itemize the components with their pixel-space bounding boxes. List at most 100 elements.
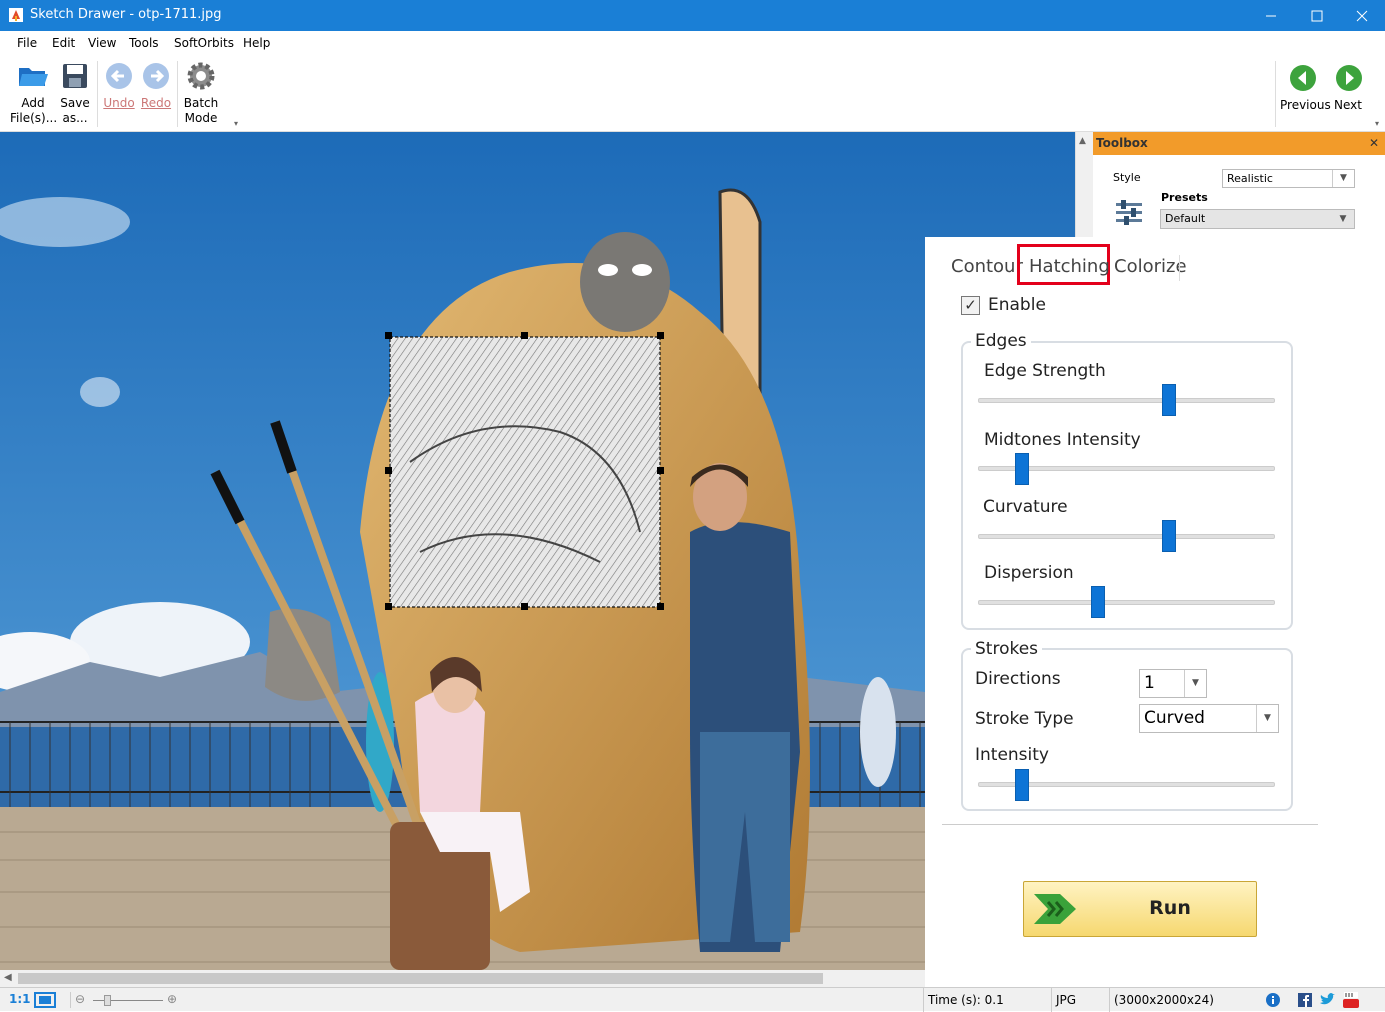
presets-select[interactable]: Default ▼ (1160, 209, 1355, 229)
scroll-left-arrow-icon[interactable]: ◀ (4, 972, 12, 983)
save-as-label-1: Save (60, 96, 90, 110)
enable-label: Enable (988, 295, 1046, 315)
menu-bar: File Edit View Tools SoftOrbits Help (0, 31, 1385, 55)
next-button[interactable]: Next (1332, 59, 1364, 113)
dispersion-slider[interactable] (978, 600, 1275, 605)
curvature-slider-thumb[interactable] (1162, 520, 1176, 552)
status-bar: 1:1 ⊖ ⊕ Time (s): 0.1 JPG (3000x2000x24) (0, 987, 1385, 1012)
menu-view[interactable]: View (88, 36, 116, 50)
batch-mode-label-1: Batch (183, 96, 219, 110)
horizontal-scrollbar[interactable]: ◀ (0, 970, 925, 987)
directions-select[interactable]: 1 ▼ (1139, 669, 1207, 698)
toolbar-overflow-icon[interactable]: ▾ (234, 119, 238, 128)
close-icon (1356, 10, 1368, 21)
minimize-icon (1266, 15, 1276, 16)
style-select-value: Realistic (1227, 172, 1273, 185)
app-icon (9, 8, 23, 22)
previous-arrow-icon (1290, 65, 1316, 91)
toolbar-separator (1275, 61, 1276, 127)
undo-label: Undo (103, 96, 135, 110)
scroll-thumb[interactable] (18, 973, 823, 984)
menu-file[interactable]: File (17, 36, 37, 50)
time-readout: Time (s): 0.1 (923, 988, 1051, 1012)
curvature-slider[interactable] (978, 534, 1275, 539)
folder-open-icon (19, 68, 48, 86)
style-label: Style (1113, 171, 1141, 184)
sliders-icon (1116, 200, 1142, 225)
directions-select-value: 1 (1144, 673, 1155, 693)
chevron-down-icon: ▼ (1339, 214, 1347, 224)
toolbar: Add File(s)... Save as... Undo Redo Batc… (0, 55, 1385, 132)
chevron-down-icon: ▼ (1256, 705, 1278, 732)
redo-arrow-icon (143, 63, 169, 89)
redo-label: Redo (140, 96, 172, 110)
settings-panel: Contour Hatching Colorize ✓ Enable Edges… (925, 237, 1385, 987)
image-canvas[interactable] (0, 132, 1075, 970)
enable-checkbox[interactable]: ✓ (961, 296, 980, 315)
redo-button[interactable]: Redo (139, 59, 173, 111)
stroke-type-select[interactable]: Curved ▼ (1139, 704, 1279, 733)
edge-strength-slider[interactable] (978, 398, 1275, 403)
toolbox-close-icon[interactable]: ✕ (1369, 132, 1379, 155)
presets-select-value: Default (1165, 212, 1206, 225)
toolbar-overflow-icon[interactable]: ▾ (1375, 119, 1379, 128)
toolbox-panel: Toolbox ✕ Style Realistic ▼ Presets Defa… (1093, 132, 1385, 240)
dimensions-readout: (3000x2000x24) (1109, 988, 1259, 1012)
title-bar: Sketch Drawer - otp-1711.jpg (0, 0, 1385, 31)
undo-button[interactable]: Undo (102, 59, 136, 111)
dispersion-label: Dispersion (984, 563, 1074, 583)
twitter-icon[interactable] (1320, 993, 1335, 1006)
directions-label: Directions (975, 669, 1061, 689)
save-as-label-2: as... (62, 111, 88, 125)
zoom-slider[interactable]: ⊖ ⊕ (70, 992, 182, 1008)
photo-image (0, 132, 1075, 970)
menu-help[interactable]: Help (243, 36, 270, 50)
edges-group-title: Edges (971, 331, 1031, 351)
close-button[interactable] (1339, 0, 1385, 31)
save-icon (63, 64, 87, 88)
run-label: Run (1149, 897, 1191, 919)
toolbox-title: Toolbox (1096, 136, 1148, 150)
midtones-intensity-slider-thumb[interactable] (1015, 453, 1029, 485)
next-arrow-icon (1336, 65, 1362, 91)
tab-colorize[interactable]: Colorize (1114, 256, 1187, 277)
window-title: Sketch Drawer - otp-1711.jpg (30, 7, 222, 22)
add-files-label-1: Add (21, 96, 45, 110)
toolbar-separator (177, 61, 178, 127)
scroll-up-arrow-icon[interactable]: ▲ (1079, 136, 1086, 146)
youtube-icon[interactable] (1342, 991, 1360, 1009)
menu-tools[interactable]: Tools (129, 36, 159, 50)
tab-divider (1179, 255, 1180, 281)
intensity-slider-thumb[interactable] (1015, 769, 1029, 801)
minimize-button[interactable] (1248, 0, 1294, 31)
tab-hatching[interactable]: Hatching (1029, 256, 1110, 277)
batch-mode-label-2: Mode (184, 111, 218, 125)
save-as-button[interactable]: Save as... (58, 59, 92, 126)
format-readout: JPG (1051, 988, 1109, 1012)
chevron-down-icon: ▼ (1332, 170, 1354, 187)
dispersion-slider-thumb[interactable] (1091, 586, 1105, 618)
strokes-group-title: Strokes (971, 639, 1043, 659)
fit-to-window-icon[interactable] (34, 992, 56, 1008)
undo-arrow-icon (106, 63, 132, 89)
menu-softorbits[interactable]: SoftOrbits (174, 36, 234, 50)
add-files-button[interactable]: Add File(s)... (10, 59, 57, 126)
zoom-in-icon[interactable]: ⊕ (167, 992, 177, 1006)
style-select[interactable]: Realistic ▼ (1222, 169, 1355, 188)
menu-edit[interactable]: Edit (52, 36, 75, 50)
batch-mode-button[interactable]: Batch Mode (181, 59, 221, 126)
zoom-out-icon[interactable]: ⊖ (75, 992, 85, 1006)
info-icon[interactable] (1266, 993, 1280, 1007)
zoom-thumb[interactable] (104, 995, 111, 1006)
facebook-icon[interactable] (1298, 993, 1312, 1007)
midtones-intensity-label: Midtones Intensity (984, 430, 1141, 450)
maximize-button[interactable] (1294, 0, 1340, 31)
panel-divider (942, 824, 1318, 825)
previous-label: Previous (1280, 98, 1331, 112)
edge-strength-slider-thumb[interactable] (1162, 384, 1176, 416)
previous-button[interactable]: Previous (1280, 59, 1331, 113)
edges-group (961, 341, 1293, 630)
run-button[interactable]: Run (1023, 881, 1257, 937)
zoom-one-to-one-button[interactable]: 1:1 (9, 992, 31, 1006)
tab-contour[interactable]: Contour (951, 256, 1023, 277)
